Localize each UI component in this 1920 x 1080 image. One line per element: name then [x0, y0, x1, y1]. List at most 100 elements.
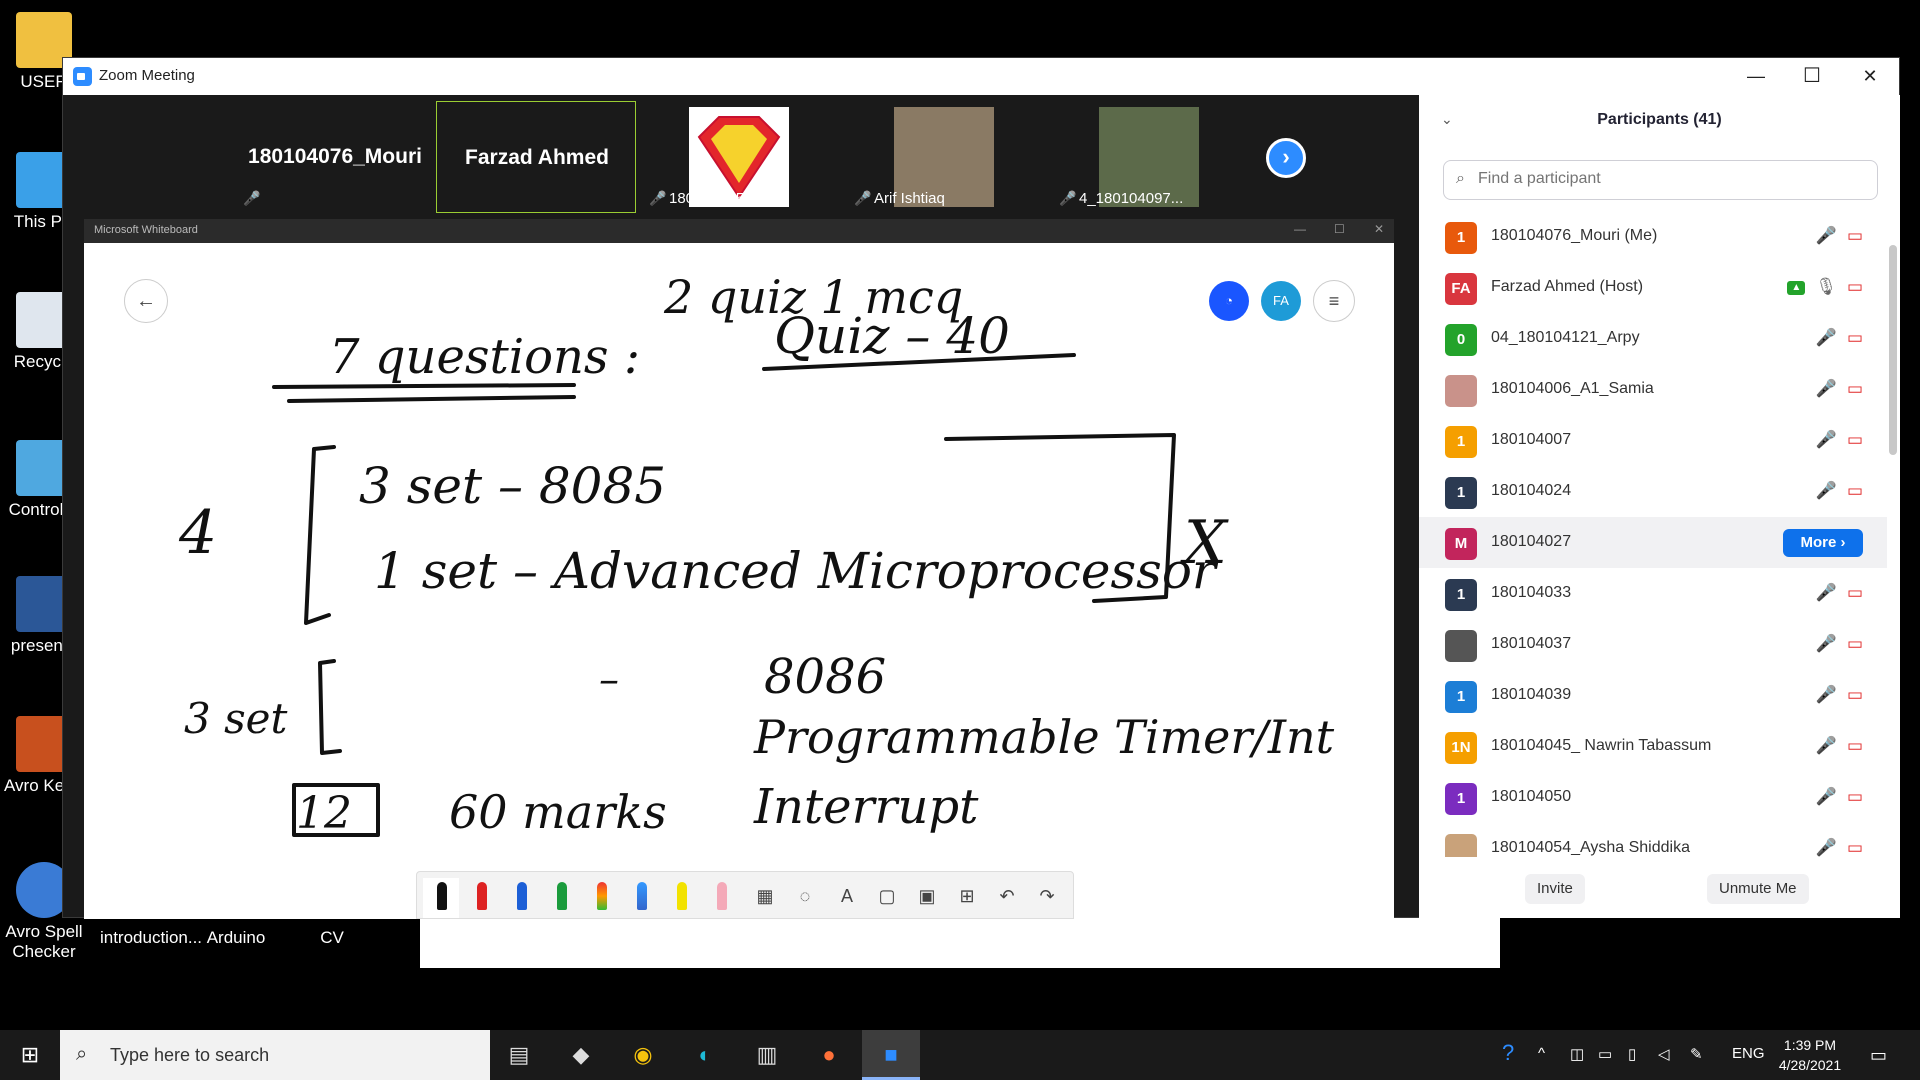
menu-button[interactable]: ≡ — [1313, 280, 1355, 322]
insert-tool[interactable]: ⊞ — [949, 878, 985, 918]
mic-muted-icon: 🎤 — [1815, 787, 1837, 806]
participant-avatar: 1 — [1445, 681, 1477, 713]
redo-button[interactable]: ↷ — [1029, 878, 1065, 918]
title-bar: Zoom Meeting — ☐ ✕ — [63, 58, 1899, 95]
ink-text: 1 set – Advanced Microprocessor — [374, 542, 1219, 600]
participant-row[interactable]: 180104054_Aysha Shiddika 🎤 ▭ — [1419, 823, 1887, 857]
participant-name: 180104007 — [1491, 431, 1572, 448]
help-icon[interactable]: ? — [1502, 1040, 1514, 1066]
back-button[interactable]: ← — [124, 279, 168, 323]
eraser-tool[interactable] — [703, 878, 739, 918]
taskbar-search[interactable]: ⌕ Type here to search — [60, 1030, 490, 1080]
chrome-button[interactable]: ◉ — [614, 1030, 672, 1080]
chevron-up-icon[interactable]: ^ — [1538, 1045, 1545, 1062]
pen-icon[interactable]: ✎ — [1690, 1045, 1703, 1063]
device-icon[interactable]: ◫ — [1570, 1045, 1584, 1063]
search-icon: ⌕ — [1456, 170, 1465, 187]
pen-rainbow-tool[interactable] — [583, 878, 619, 918]
dropbox-button[interactable]: ◆ — [552, 1030, 610, 1080]
participant-row[interactable]: 1 180104076_Mouri (Me) 🎤 ▭ — [1419, 211, 1887, 262]
video-off-icon: ▭ — [1846, 685, 1863, 704]
task-view-button[interactable]: ▤ — [490, 1030, 548, 1080]
lasso-tool[interactable]: ◌ — [787, 878, 823, 918]
participant-name: 04_180104121_Arpy — [1491, 329, 1640, 346]
volume-icon[interactable]: ◁ — [1658, 1045, 1670, 1063]
clock[interactable]: 1:39 PM 4/28/2021 — [1762, 1035, 1858, 1075]
ink-text: 60 marks — [449, 785, 667, 839]
participant-name: 180104045_ Nawrin Tabassum — [1491, 737, 1712, 754]
participant-row[interactable]: M 180104027 More › — [1419, 517, 1887, 568]
text-tool[interactable]: A — [829, 878, 865, 918]
close-button[interactable]: ✕ — [1841, 58, 1899, 95]
participant-row[interactable]: 1 180104007 🎤 ▭ — [1419, 415, 1887, 466]
window-title: Zoom Meeting — [99, 67, 195, 84]
note-icon: ▢ — [878, 886, 896, 906]
video-tile[interactable]: 🎤 4_180104097... — [1051, 101, 1251, 213]
video-tile[interactable]: 180104076_Mouri 🎤 — [235, 101, 435, 213]
battery-icon[interactable]: ▭ — [1598, 1045, 1612, 1063]
user-avatar[interactable]: FA — [1261, 281, 1301, 321]
shared-whiteboard-window: Microsoft Whiteboard — ☐ ✕ 2 quiz 1 mcq … — [84, 219, 1394, 919]
highlighter-tool[interactable] — [663, 878, 699, 918]
windows-icon: ⊞ — [20, 1042, 40, 1067]
participant-row[interactable]: 0 04_180104121_Arpy 🎤 ▭ — [1419, 313, 1887, 364]
participant-row[interactable]: FA Farzad Ahmed (Host) ▲ 🎙 ▭ — [1419, 262, 1887, 313]
arduino-icon[interactable]: Arduino — [196, 928, 276, 948]
participant-name: Farzad Ahmed — [465, 146, 609, 169]
zoom-taskbar-button[interactable]: ■ — [862, 1030, 920, 1080]
participant-row[interactable]: 1 180104033 🎤 ▭ — [1419, 568, 1887, 619]
whiteboard-canvas[interactable]: 2 quiz 1 mcq Quiz – 40 7 questions : 4 3… — [84, 243, 1394, 919]
firefox-button[interactable]: ● — [800, 1030, 858, 1080]
search-input[interactable] — [1478, 170, 1858, 188]
participant-avatar: 1 — [1445, 426, 1477, 458]
participant-row[interactable]: 180104037 🎤 ▭ — [1419, 619, 1887, 670]
video-tile[interactable]: 🎤 Arif Ishtiaq — [846, 101, 1046, 213]
collaborator-avatar[interactable]: ◔ — [1209, 281, 1249, 321]
mic-muted-icon: 🎤 — [1815, 328, 1837, 347]
video-tile-active-speaker[interactable]: Farzad Ahmed — [436, 101, 636, 213]
participant-row[interactable]: 1 180104039 🎤 ▭ — [1419, 670, 1887, 721]
ruler-tool[interactable]: ▦ — [747, 878, 783, 918]
image-tool[interactable]: ▣ — [909, 878, 945, 918]
network-icon[interactable]: ▯ — [1628, 1045, 1636, 1063]
note-tool[interactable]: ▢ — [869, 878, 905, 918]
ink-stroke — [272, 383, 576, 389]
pen-galaxy-tool[interactable] — [623, 878, 659, 918]
start-button[interactable]: ⊞ — [0, 1030, 60, 1080]
participant-avatar — [1445, 375, 1477, 407]
edge-button[interactable]: ◐ — [676, 1030, 734, 1080]
cv-doc-icon[interactable]: CV — [292, 928, 372, 948]
next-page-button[interactable]: › — [1266, 138, 1306, 178]
store-icon: ▥ — [756, 1042, 778, 1067]
ink-text: 4 — [178, 498, 217, 568]
introduction-doc-icon[interactable]: introduction... — [96, 928, 206, 948]
notifications-icon[interactable]: ▭ — [1870, 1045, 1887, 1066]
unmute-me-button[interactable]: Unmute Me — [1707, 874, 1809, 904]
maximize-button[interactable]: ☐ — [1783, 58, 1841, 95]
task-view-icon: ▤ — [508, 1042, 530, 1067]
store-button[interactable]: ▥ — [738, 1030, 796, 1080]
mic-muted-icon: 🎤 — [1815, 685, 1837, 704]
background-window — [420, 918, 1500, 968]
participant-avatar: 1 — [1445, 477, 1477, 509]
pen-blue-tool[interactable] — [503, 878, 539, 918]
language-indicator[interactable]: ENG — [1732, 1045, 1765, 1062]
participant-row[interactable]: 180104006_A1_Samia 🎤 ▭ — [1419, 364, 1887, 415]
pen-black-tool[interactable] — [423, 878, 459, 918]
scrollbar[interactable] — [1889, 245, 1897, 455]
pen-green-tool[interactable] — [543, 878, 579, 918]
pen-red-tool[interactable] — [463, 878, 499, 918]
more-button[interactable]: More › — [1783, 529, 1863, 557]
participant-row[interactable]: 1 180104050 🎤 ▭ — [1419, 772, 1887, 823]
video-off-icon: ▭ — [1846, 328, 1863, 347]
text-icon: A — [840, 886, 853, 906]
participant-row[interactable]: 1 180104024 🎤 ▭ — [1419, 466, 1887, 517]
minimize-button[interactable]: — — [1727, 58, 1785, 95]
participant-status: ▲ 🎙 ▭ — [1777, 277, 1863, 297]
video-tile[interactable]: 🎤 180104105_P... — [641, 101, 841, 213]
participant-search[interactable]: ⌕ — [1443, 160, 1878, 200]
invite-button[interactable]: Invite — [1525, 874, 1585, 904]
taskbar: ⊞ ⌕ Type here to search ▤ ◆ ◉ ◐ ▥ ● ■ ? … — [0, 1030, 1920, 1080]
undo-button[interactable]: ↶ — [989, 878, 1025, 918]
participant-row[interactable]: 1N 180104045_ Nawrin Tabassum 🎤 ▭ — [1419, 721, 1887, 772]
